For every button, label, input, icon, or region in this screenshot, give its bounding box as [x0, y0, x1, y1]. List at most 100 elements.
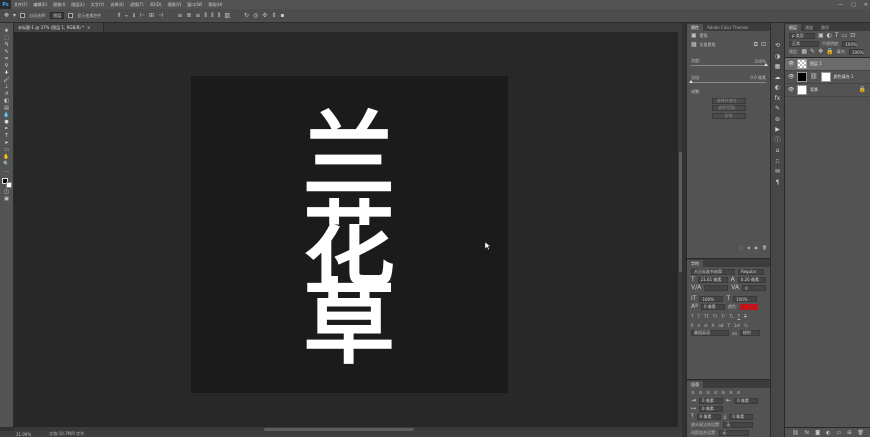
swash-icon[interactable]: st: [704, 323, 708, 328]
ordinal-icon[interactable]: T: [727, 323, 729, 328]
move-tool-icon[interactable]: ✥: [2, 29, 12, 35]
delete-layer-icon[interactable]: 🗑: [857, 430, 863, 436]
healing-brush-tool-icon[interactable]: ✚: [2, 71, 12, 77]
filter-type-icon[interactable]: T: [835, 32, 839, 39]
align-top-icon[interactable]: ⫪: [117, 12, 120, 19]
document-tab[interactable]: 未标题-1 @ 37% (图层 1, RGB/8) * ×: [14, 23, 104, 32]
maximize-button[interactable]: □: [851, 2, 856, 8]
lasso-tool-icon[interactable]: ᑫ: [2, 43, 12, 49]
discretionary-icon[interactable]: ơ: [698, 323, 700, 328]
actions-panel-icon[interactable]: ▶: [775, 127, 780, 133]
quick-select-tool-icon[interactable]: ✎: [2, 50, 12, 56]
visibility-eye-icon[interactable]: 👁: [788, 87, 794, 93]
align-bottom-icon[interactable]: ⫫: [132, 12, 135, 19]
font-size-field[interactable]: 21.61 像素: [697, 277, 728, 283]
strikethrough-icon[interactable]: T: [744, 314, 746, 319]
tab-paths[interactable]: 路径: [817, 24, 833, 31]
justify-all-icon[interactable]: ☰: [737, 390, 741, 395]
clone-stamp-tool-icon[interactable]: ⊥: [2, 85, 12, 91]
density-slider[interactable]: [691, 63, 768, 66]
leading-field[interactable]: 0.26 像素: [737, 277, 766, 283]
auto-select-checkbox[interactable]: [20, 13, 26, 18]
align-middle-icon[interactable]: ⫟: [125, 12, 129, 19]
adjustment-layer-icon[interactable]: ◐: [826, 430, 830, 436]
quick-mask-icon[interactable]: ◫: [2, 189, 12, 196]
kerning-field[interactable]: [704, 285, 729, 291]
eyedropper-tool-icon[interactable]: ⚲: [2, 64, 12, 70]
superscript-icon[interactable]: T¹: [722, 314, 726, 319]
tool-preset-dropdown-icon[interactable]: ▾: [13, 12, 16, 19]
color-swatches[interactable]: [1, 178, 12, 188]
tracking-field[interactable]: 0: [742, 285, 767, 291]
eraser-tool-icon[interactable]: ◧: [2, 99, 12, 105]
libraries-panel-icon[interactable]: ☁: [775, 74, 781, 81]
ligature-icon[interactable]: fi: [691, 323, 694, 328]
tab-paragraph[interactable]: 段落: [687, 381, 703, 388]
menu-filter[interactable]: 滤镜(T): [127, 2, 147, 8]
add-mask-icon[interactable]: ◙: [815, 430, 820, 436]
select-mask-icon[interactable]: ⧉: [754, 42, 758, 48]
anti-alias-dropdown[interactable]: 锐利: [739, 330, 760, 336]
tab-channels[interactable]: 通道: [801, 24, 817, 31]
all-caps-icon[interactable]: TT: [704, 314, 709, 319]
crop-tool-icon[interactable]: ⌗: [2, 57, 12, 63]
history-panel-icon[interactable]: ⟲: [775, 43, 780, 49]
indent-right-field[interactable]: 0 像素: [734, 398, 759, 404]
minimize-button[interactable]: —: [838, 2, 843, 8]
filter-shape-icon[interactable]: ▭: [842, 32, 848, 39]
move-tool-icon[interactable]: ✥: [4, 12, 9, 19]
blend-mode-dropdown[interactable]: 正常: [789, 41, 819, 47]
layer-mask-thumbnail[interactable]: [820, 72, 831, 82]
new-group-icon[interactable]: ▭: [837, 430, 842, 436]
3d-scale-icon[interactable]: ▪: [280, 12, 284, 19]
new-layer-icon[interactable]: ⊞: [847, 430, 851, 436]
pixel-mask-icon[interactable]: ▦: [691, 42, 697, 48]
history-brush-tool-icon[interactable]: ↺: [2, 92, 12, 98]
visibility-eye-icon[interactable]: 👁: [788, 61, 794, 67]
layer-name[interactable]: 背景: [810, 87, 818, 93]
space-after-field[interactable]: 0 像素: [729, 414, 754, 420]
layer-row[interactable]: 👁 图层 1: [785, 58, 870, 71]
notes-panel-icon[interactable]: ✉: [775, 169, 780, 175]
first-line-indent-field[interactable]: 0 像素: [699, 406, 724, 412]
distribute-center-icon[interactable]: ⦀: [211, 12, 214, 19]
3d-slide-icon[interactable]: ⇕: [271, 12, 276, 19]
brush-tool-icon[interactable]: 🖌: [2, 78, 12, 84]
timeline-panel-icon[interactable]: ⎍: [775, 158, 779, 165]
align-right-icon[interactable]: ⊣: [158, 12, 163, 19]
layer-style-icon[interactable]: fx: [805, 430, 810, 436]
small-caps-icon[interactable]: Tт: [713, 314, 718, 319]
underline-icon[interactable]: T: [738, 314, 740, 319]
kinsoku-dropdown[interactable]: 无: [723, 422, 754, 428]
auto-select-dropdown[interactable]: 图层: [50, 12, 65, 19]
menu-image[interactable]: 图像(I): [50, 2, 68, 8]
more-tools-icon[interactable]: …: [2, 169, 12, 175]
menu-select[interactable]: 选择(S): [107, 2, 127, 8]
distribute-top-icon[interactable]: ≡: [177, 12, 182, 19]
load-selection-icon[interactable]: ⬚: [740, 245, 744, 253]
font-family-dropdown[interactable]: 方正标准书宋简: [691, 268, 735, 275]
text-color-swatch[interactable]: [740, 304, 759, 310]
layer-name[interactable]: 图层 1: [810, 61, 822, 67]
blur-tool-icon[interactable]: 💧: [2, 113, 12, 119]
layer-row[interactable]: 👁 ⛓ 颜色填充 1: [785, 71, 870, 84]
document-canvas[interactable]: 兰 花 草: [192, 77, 507, 392]
marquee-tool-icon[interactable]: ⬚: [2, 36, 12, 42]
faux-italic-icon[interactable]: T: [697, 314, 699, 319]
layer-name[interactable]: 颜色填充 1: [834, 74, 854, 80]
tab-layers[interactable]: 图层: [785, 24, 801, 31]
brush-panel-icon[interactable]: ✎: [775, 106, 780, 112]
adjustments-panel-icon[interactable]: ◐: [775, 85, 780, 91]
lock-all-icon[interactable]: 🔒: [826, 49, 833, 55]
close-button[interactable]: ✕: [864, 2, 868, 8]
lock-position-icon[interactable]: ✥: [818, 49, 823, 55]
layer-filter-dropdown[interactable]: ρ 类型: [789, 32, 815, 39]
subscript-icon[interactable]: T₁: [730, 314, 734, 319]
menu-layer[interactable]: 图层(L): [68, 2, 87, 8]
fraction-icon[interactable]: 1st: [734, 323, 740, 328]
filter-pixel-icon[interactable]: ▣: [818, 32, 824, 39]
align-left-icon[interactable]: ⊢: [140, 12, 145, 19]
feather-slider[interactable]: [689, 80, 766, 83]
distribute-right-icon[interactable]: ⦀: [218, 12, 221, 19]
justify-last-left-icon[interactable]: ☰: [714, 390, 718, 395]
